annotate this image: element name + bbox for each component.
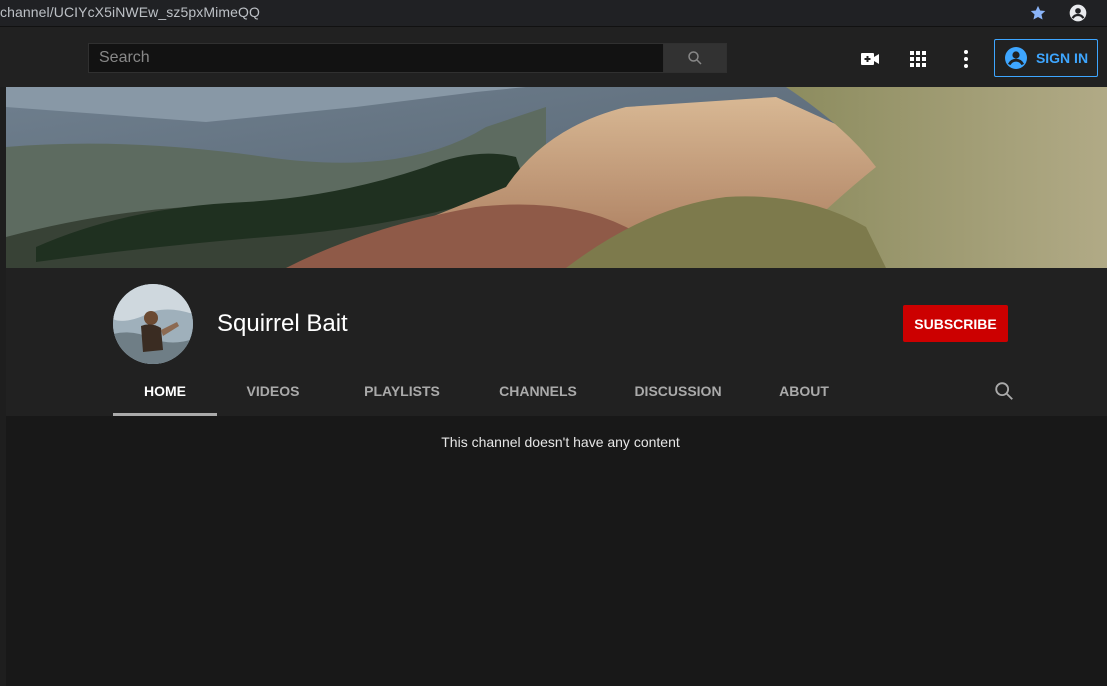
channel-avatar[interactable] (113, 284, 193, 364)
subscribe-button[interactable]: SUBSCRIBE (903, 305, 1008, 342)
search-button[interactable] (663, 43, 727, 73)
banner-image (6, 87, 1107, 268)
more-vert-icon[interactable] (954, 47, 978, 71)
tab-about[interactable]: ABOUT (764, 368, 844, 414)
tab-home[interactable]: HOME (113, 368, 217, 416)
user-circle-icon (1004, 47, 1027, 69)
search-input[interactable] (88, 43, 663, 73)
search-icon (688, 51, 702, 65)
tab-playlists[interactable]: PLAYLISTS (347, 368, 457, 414)
sign-in-button[interactable]: SIGN IN (994, 39, 1098, 77)
masthead: SIGN IN (0, 27, 1107, 87)
browser-address-bar: channel/UCIYcX5iNWEw_sz5pxMimeQQ (0, 0, 1107, 27)
tab-channels[interactable]: CHANNELS (483, 368, 593, 414)
channel-name: Squirrel Bait (217, 310, 348, 337)
channel-banner (6, 87, 1107, 268)
create-video-icon[interactable] (858, 47, 882, 71)
url-text[interactable]: channel/UCIYcX5iNWEw_sz5pxMimeQQ (0, 4, 260, 20)
sign-in-label: SIGN IN (1035, 50, 1089, 66)
channel-header: Squirrel Bait SUBSCRIBE HOME VIDEOS PLAY… (6, 268, 1107, 416)
star-icon[interactable] (1029, 4, 1047, 22)
channel-search-icon[interactable] (993, 380, 1015, 402)
tab-videos[interactable]: VIDEOS (232, 368, 314, 414)
apps-icon[interactable] (906, 47, 930, 71)
avatar-image (113, 284, 193, 364)
tab-discussion[interactable]: DISCUSSION (619, 368, 737, 414)
account-icon[interactable] (1068, 3, 1088, 23)
search-box (88, 43, 728, 75)
empty-content-message: This channel doesn't have any content (441, 434, 680, 450)
